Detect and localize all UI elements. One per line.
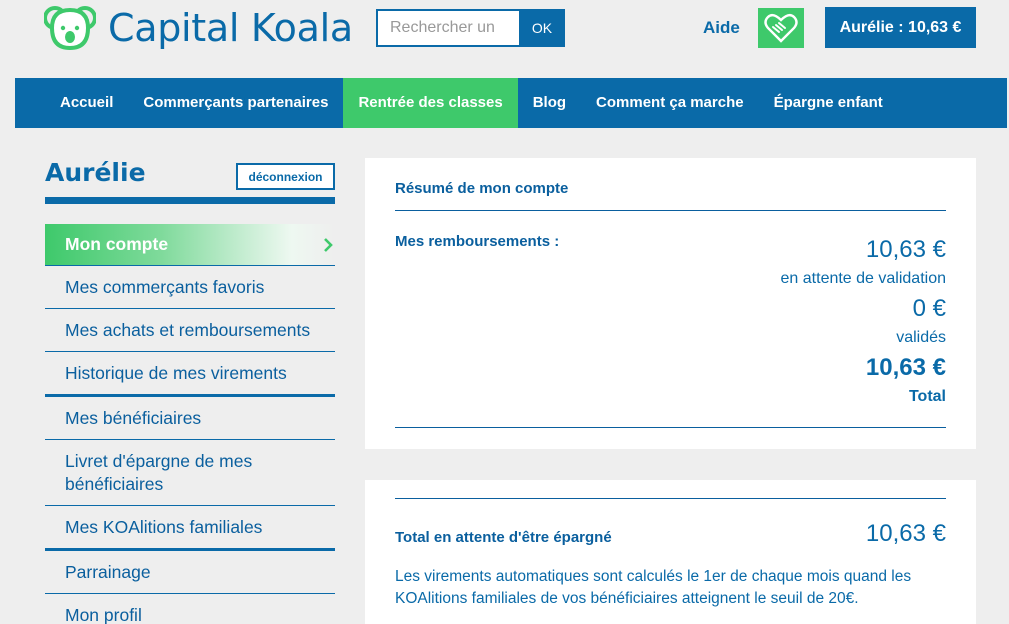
logo-text: Capital Koala (108, 6, 353, 50)
savings-divider (395, 498, 946, 499)
site-header: Capital Koala OK Aide Aurélie : 10,63 € (0, 0, 1009, 78)
account-sidebar: Aurélie déconnexion Mon compte Mes comme… (45, 158, 335, 624)
validated-label: validés (896, 329, 946, 346)
sidebar-item-favoris[interactable]: Mes commerçants favoris (45, 266, 335, 309)
nav-item-blog[interactable]: Blog (518, 78, 581, 128)
handshake-heart-icon (764, 13, 798, 43)
nav-item-accueil[interactable]: Accueil (45, 78, 128, 128)
validated-amount: 0 € (912, 295, 946, 322)
summary-divider-top (395, 210, 946, 211)
search-input[interactable] (376, 9, 519, 47)
sidebar-item-historique[interactable]: Historique de mes virements (45, 352, 335, 397)
account-summary-card: Résumé de mon compte Mes remboursements … (365, 158, 976, 449)
nav-item-commercants[interactable]: Commerçants partenaires (128, 78, 343, 128)
logo[interactable]: Capital Koala (44, 4, 353, 52)
pending-amount: 10,63 € (865, 236, 946, 263)
sidebar-item-livret[interactable]: Livret d'épargne de mes bénéficiaires (45, 440, 335, 506)
total-amount: 10,63 € (865, 354, 946, 381)
summary-divider-bottom (395, 427, 946, 428)
heart-button[interactable] (758, 8, 804, 48)
sidebar-item-koalitions[interactable]: Mes KOAlitions familiales (45, 506, 335, 551)
sidebar-item-parrainage[interactable]: Parrainage (45, 551, 335, 594)
nav-item-epargne[interactable]: Épargne enfant (759, 78, 898, 128)
savings-label: Total en attente d'être épargné (395, 529, 612, 546)
sidebar-item-beneficiaires[interactable]: Mes bénéficiaires (45, 397, 335, 440)
pending-label: en attente de validation (780, 270, 946, 287)
search-bar: OK (376, 9, 565, 47)
main-nav: Accueil Commerçants partenaires Rentrée … (15, 78, 1007, 128)
nav-item-comment[interactable]: Comment ça marche (581, 78, 759, 128)
refunds-label: Mes remboursements : (395, 233, 560, 250)
chevron-right-icon (324, 238, 333, 252)
sidebar-item-achats[interactable]: Mes achats et remboursements (45, 309, 335, 352)
sidebar-item-profil[interactable]: Mon profil (45, 594, 335, 624)
nav-item-rentree[interactable]: Rentrée des classes (343, 78, 518, 128)
account-balance-button[interactable]: Aurélie : 10,63 € (825, 7, 976, 48)
summary-title: Résumé de mon compte (395, 180, 569, 197)
savings-card: Total en attente d'être épargné 10,63 € … (365, 480, 976, 624)
help-link[interactable]: Aide (703, 18, 740, 38)
search-button[interactable]: OK (519, 9, 565, 47)
sidebar-item-label: Mon compte (65, 234, 169, 254)
total-label: Total (908, 388, 946, 405)
sidebar-item-mon-compte[interactable]: Mon compte (45, 224, 335, 266)
koala-logo-icon (44, 6, 96, 51)
savings-amount: 10,63 € (865, 520, 946, 547)
savings-info-text: Les virements automatiques sont calculés… (395, 568, 912, 607)
sidebar-divider (45, 197, 335, 204)
account-menu: Mon compte Mes commerçants favoris Mes a… (45, 224, 335, 624)
logout-button[interactable]: déconnexion (236, 163, 335, 190)
